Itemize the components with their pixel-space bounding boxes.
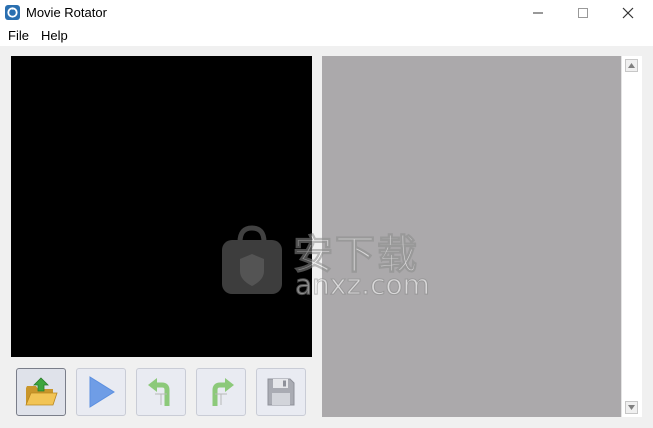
scroll-up-button[interactable] xyxy=(625,59,638,72)
menu-bar: File Help xyxy=(0,26,653,46)
play-button[interactable] xyxy=(76,368,126,416)
minimize-icon xyxy=(533,12,543,14)
save-button[interactable] xyxy=(256,368,306,416)
open-button[interactable] xyxy=(16,368,66,416)
rotate-left-icon xyxy=(148,378,170,406)
maximize-button[interactable] xyxy=(560,0,606,26)
app-icon xyxy=(5,5,20,20)
arrow-down-icon xyxy=(628,405,635,410)
client-area: 安下载 anxz.com xyxy=(0,46,653,428)
rotate-right-button[interactable] xyxy=(196,368,246,416)
floppy-disk-icon xyxy=(267,378,295,406)
close-icon xyxy=(622,7,634,19)
file-list-panel[interactable] xyxy=(322,56,621,417)
menu-help[interactable]: Help xyxy=(41,28,68,43)
play-icon xyxy=(89,376,115,408)
arrow-up-icon xyxy=(628,63,635,68)
video-preview xyxy=(11,56,312,357)
rotate-left-button[interactable] xyxy=(136,368,186,416)
maximize-icon xyxy=(578,8,588,18)
title-bar: Movie Rotator xyxy=(0,0,653,26)
window-title: Movie Rotator xyxy=(26,5,107,20)
vertical-scrollbar[interactable] xyxy=(621,56,642,417)
menu-file[interactable]: File xyxy=(8,28,29,43)
open-folder-icon xyxy=(25,377,58,406)
scroll-down-button[interactable] xyxy=(625,401,638,414)
minimize-button[interactable] xyxy=(515,0,561,26)
rotate-right-icon xyxy=(212,378,234,406)
close-button[interactable] xyxy=(605,0,651,26)
